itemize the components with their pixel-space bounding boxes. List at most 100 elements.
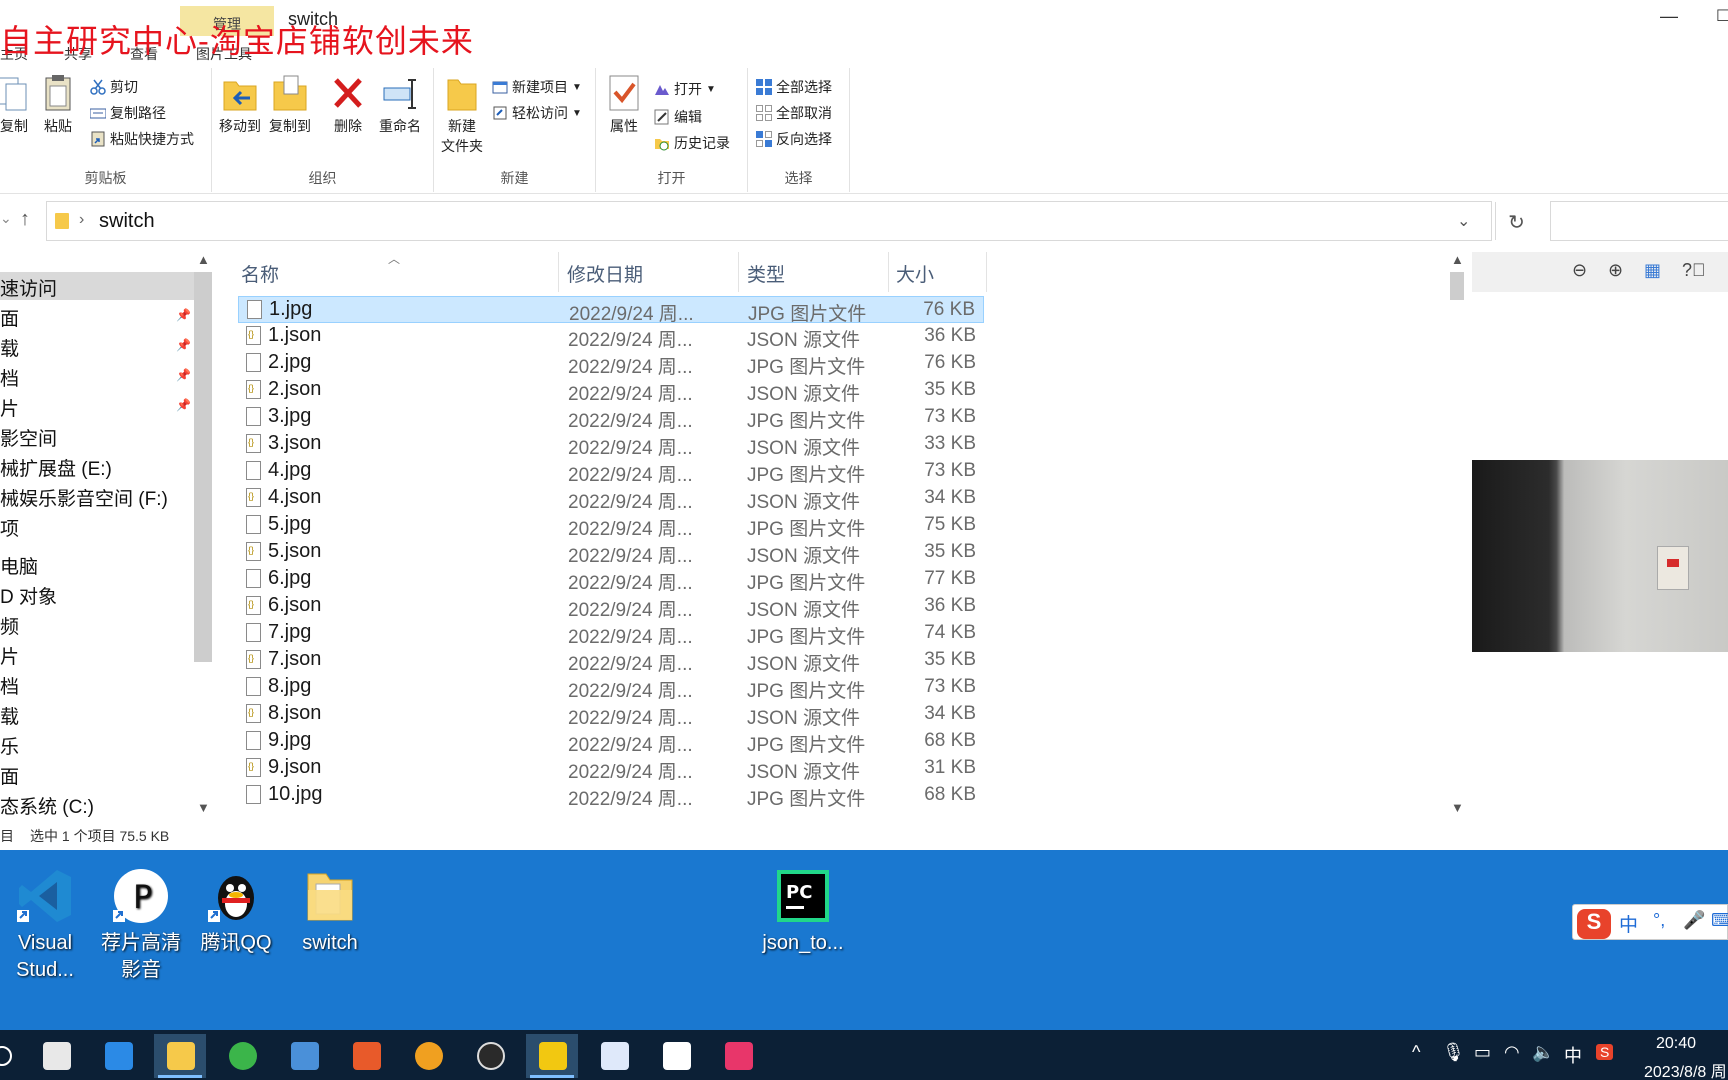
copy-to-button[interactable]: 复制到 xyxy=(262,74,318,136)
taskbar-tencent-meeting[interactable] xyxy=(650,1034,702,1078)
taskbar-obs[interactable] xyxy=(464,1034,516,1078)
file-row[interactable]: 7.jpg 2022/9/24 周... JPG 图片文件 74 KB xyxy=(238,620,984,648)
new-folder-button[interactable]: 新建 文件夹 xyxy=(434,74,490,156)
taskbar-chart-app[interactable] xyxy=(526,1034,578,1078)
taskbar-file-explorer[interactable] xyxy=(154,1034,206,1078)
microphone-icon[interactable]: 🎤 xyxy=(1683,910,1705,931)
input-language[interactable]: 中 xyxy=(1564,1042,1582,1068)
select-all-button[interactable]: 全部选择 xyxy=(756,76,832,98)
nav-item-desktop[interactable]: 面 📌 xyxy=(0,302,194,330)
ime-punctuation-toggle[interactable]: °, xyxy=(1653,910,1665,931)
show-hidden-icons-chevron-icon[interactable]: ^ xyxy=(1412,1042,1420,1063)
open-button[interactable]: 打开 ▼ xyxy=(654,78,716,100)
desktop-icon-switch-folder[interactable]: switch xyxy=(285,868,375,957)
battery-icon[interactable]: ▭ xyxy=(1474,1042,1491,1063)
nav-item-documents[interactable]: 档 📌 xyxy=(0,362,194,390)
scroll-down-icon[interactable]: ▼ xyxy=(197,800,210,815)
scroll-up-icon[interactable]: ▲ xyxy=(197,252,210,267)
paste-button[interactable]: 粘贴 xyxy=(30,74,86,136)
maximize-button[interactable]: ☐ xyxy=(1716,6,1728,26)
edit-button[interactable]: 编辑 xyxy=(654,106,702,128)
keyboard-icon[interactable]: ⌨ xyxy=(1711,910,1728,931)
rename-button[interactable]: 重命名 xyxy=(372,74,428,136)
nav-item-videos[interactable]: 频 xyxy=(0,610,194,638)
ime-mode-toggle[interactable]: 中 xyxy=(1619,910,1638,937)
file-row[interactable]: 4.json 2022/9/24 周... JSON 源文件 34 KB xyxy=(238,485,984,513)
file-row[interactable]: 4.jpg 2022/9/24 周... JPG 图片文件 73 KB xyxy=(238,458,984,486)
microphone-tray-icon[interactable]: 🎙 xyxy=(1442,1042,1465,1063)
column-type[interactable]: 类型 xyxy=(747,260,785,287)
file-row[interactable]: 1.jpg 2022/9/24 周... JPG 图片文件 76 KB xyxy=(238,296,984,325)
taskbar-feishu[interactable] xyxy=(588,1034,640,1078)
delete-button[interactable]: 删除 xyxy=(320,74,376,136)
new-item-button[interactable]: 新建项目 ▼ xyxy=(492,76,582,98)
nav-item-pictures[interactable]: 片 📌 xyxy=(0,392,194,420)
file-row[interactable]: 3.jpg 2022/9/24 周... JPG 图片文件 73 KB xyxy=(238,404,984,432)
nav-item-misc[interactable]: 项 xyxy=(0,512,194,540)
scroll-down-icon[interactable]: ▼ xyxy=(1451,800,1464,815)
file-row[interactable]: 9.json 2022/9/24 周... JSON 源文件 31 KB xyxy=(238,755,984,783)
address-dropdown-icon[interactable]: ⌄ xyxy=(1457,211,1470,231)
refresh-icon[interactable]: ↻ xyxy=(1495,202,1537,240)
nav-item-documents-pc[interactable]: 档 xyxy=(0,670,194,698)
recent-locations-chevron-icon[interactable]: ⌄ xyxy=(0,210,12,227)
column-divider[interactable] xyxy=(558,252,559,292)
desktop-icon-video-player[interactable]: P 荐片高清 影音 xyxy=(96,868,186,984)
invert-selection-button[interactable]: 反向选择 xyxy=(756,128,832,150)
paste-shortcut-button[interactable]: 粘贴快捷方式 xyxy=(90,128,194,150)
help-icon[interactable]: ?⃝ xyxy=(1682,260,1706,281)
search-input[interactable] xyxy=(1550,201,1728,241)
properties-button[interactable]: 属性 xyxy=(596,74,652,136)
desktop-icon-qq[interactable]: 腾讯QQ xyxy=(191,868,281,957)
sogou-logo-icon[interactable]: S xyxy=(1577,909,1611,939)
address-path[interactable]: switch xyxy=(99,210,155,233)
scroll-up-icon[interactable]: ▲ xyxy=(1451,252,1464,267)
volume-icon[interactable]: 🔈 xyxy=(1532,1042,1554,1063)
taskbar-app-blue[interactable] xyxy=(92,1034,144,1078)
minimize-button[interactable]: — xyxy=(1660,6,1678,27)
column-date[interactable]: 修改日期 xyxy=(567,260,643,287)
file-row[interactable]: 2.json 2022/9/24 周... JSON 源文件 35 KB xyxy=(238,377,984,405)
file-row[interactable]: 6.json 2022/9/24 周... JSON 源文件 36 KB xyxy=(238,593,984,621)
file-row[interactable]: 1.json 2022/9/24 周... JSON 源文件 36 KB xyxy=(238,323,984,351)
nav-item-desktop-pc[interactable]: 面 xyxy=(0,760,194,788)
nav-scroll-thumb[interactable] xyxy=(194,272,212,662)
nav-item-downloads[interactable]: 载 📌 xyxy=(0,332,194,360)
nav-item-downloads-pc[interactable]: 载 xyxy=(0,700,194,728)
file-row[interactable]: 6.jpg 2022/9/24 周... JPG 图片文件 77 KB xyxy=(238,566,984,594)
history-button[interactable]: 历史记录 xyxy=(654,132,730,154)
wifi-icon[interactable]: ◠ xyxy=(1504,1042,1520,1063)
nav-item-quick-access[interactable]: 速访问 xyxy=(0,272,194,300)
file-row[interactable]: 2.jpg 2022/9/24 周... JPG 图片文件 76 KB xyxy=(238,350,984,378)
nav-item-drive-f[interactable]: 械娱乐影音空间 (F:) xyxy=(0,482,194,510)
taskbar-notepad[interactable] xyxy=(30,1034,82,1078)
breadcrumb-chevron-icon[interactable]: › xyxy=(79,211,84,229)
nav-item-this-pc[interactable]: 电脑 xyxy=(0,550,194,578)
file-row[interactable]: 10.jpg 2022/9/24 周... JPG 图片文件 68 KB xyxy=(238,782,984,810)
up-arrow-icon[interactable]: ↑ xyxy=(20,208,30,231)
copy-path-button[interactable]: 复制路径 xyxy=(89,102,166,124)
nav-item-media-space[interactable]: 影空间 xyxy=(0,422,194,450)
ime-toolbar[interactable]: S 中 °, 🎤 ⌨ xyxy=(1572,904,1728,940)
file-row[interactable]: 8.jpg 2022/9/24 周... JPG 图片文件 73 KB xyxy=(238,674,984,702)
view-tiles-icon[interactable]: ▦ xyxy=(1644,260,1661,281)
file-list-scrollbar[interactable]: ▲ ▼ xyxy=(1448,252,1466,822)
address-bar[interactable]: › switch ⌄ ↻ xyxy=(46,201,1525,241)
desktop-icon-pycharm-project[interactable]: PC json_to... xyxy=(758,868,848,957)
column-size[interactable]: 大小 xyxy=(896,260,934,287)
file-row[interactable]: 5.jpg 2022/9/24 周... JPG 图片文件 75 KB xyxy=(238,512,984,540)
file-row[interactable]: 5.json 2022/9/24 周... JSON 源文件 35 KB xyxy=(238,539,984,567)
taskbar-app-pink[interactable] xyxy=(712,1034,764,1078)
move-to-button[interactable]: 移动到 xyxy=(212,74,268,136)
zoom-out-icon[interactable]: ⊖ xyxy=(1572,260,1587,281)
column-divider[interactable] xyxy=(888,252,889,292)
nav-scrollbar[interactable]: ▲ ▼ xyxy=(194,252,212,822)
file-row[interactable]: 3.json 2022/9/24 周... JSON 源文件 33 KB xyxy=(238,431,984,459)
column-divider[interactable] xyxy=(738,252,739,292)
file-list-scroll-thumb[interactable] xyxy=(1450,272,1464,300)
cut-button[interactable]: 剪切 xyxy=(90,76,138,98)
taskbar-book[interactable] xyxy=(278,1034,330,1078)
taskbar-xmind[interactable] xyxy=(340,1034,392,1078)
file-row[interactable]: 9.jpg 2022/9/24 周... JPG 图片文件 68 KB xyxy=(238,728,984,756)
nav-item-drive-e[interactable]: 械扩展盘 (E:) xyxy=(0,452,194,480)
